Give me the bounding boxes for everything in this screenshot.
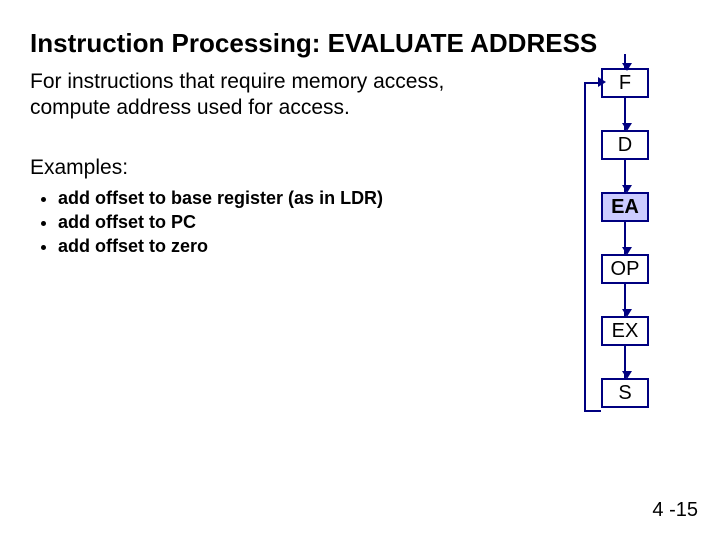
examples-heading: Examples: xyxy=(30,156,530,180)
stage-box-f: F xyxy=(601,68,649,98)
stage-label: F xyxy=(619,72,631,95)
stage-label: S xyxy=(618,382,631,405)
stage-label: EA xyxy=(611,196,639,219)
arrow-down-icon xyxy=(624,98,626,130)
diagram-connector xyxy=(601,222,649,254)
pipeline-diagram: F D EA OP EX S xyxy=(590,68,660,408)
arrow-down-icon xyxy=(624,54,626,70)
text-column: For instructions that require memory acc… xyxy=(30,69,530,258)
diagram-connector xyxy=(601,98,649,130)
stage-label: EX xyxy=(612,320,639,343)
examples-list: add offset to base register (as in LDR) … xyxy=(58,186,530,259)
diagram-connector xyxy=(601,346,649,378)
page-number: 4 -15 xyxy=(652,499,698,522)
slide-title: Instruction Processing: EVALUATE ADDRESS xyxy=(30,28,690,59)
arrow-down-icon xyxy=(624,160,626,192)
example-item: add offset to PC xyxy=(58,210,530,234)
example-item: add offset to zero xyxy=(58,234,530,258)
arrow-right-icon xyxy=(598,77,606,87)
loopback-arrow xyxy=(584,82,601,412)
stage-box-d: D xyxy=(601,130,649,160)
slide: Instruction Processing: EVALUATE ADDRESS… xyxy=(0,0,720,540)
stage-box-ea: EA xyxy=(601,192,649,222)
example-item: add offset to base register (as in LDR) xyxy=(58,186,530,210)
lead-text: For instructions that require memory acc… xyxy=(30,69,530,122)
stage-label: D xyxy=(618,134,632,157)
stage-box-ex: EX xyxy=(601,316,649,346)
stage-box-op: OP xyxy=(601,254,649,284)
arrow-down-icon xyxy=(624,222,626,254)
arrow-down-icon xyxy=(624,346,626,378)
stage-label: OP xyxy=(611,258,640,281)
diagram-connector xyxy=(601,160,649,192)
diagram-connector xyxy=(601,284,649,316)
stage-box-s: S xyxy=(601,378,649,408)
arrow-down-icon xyxy=(624,284,626,316)
